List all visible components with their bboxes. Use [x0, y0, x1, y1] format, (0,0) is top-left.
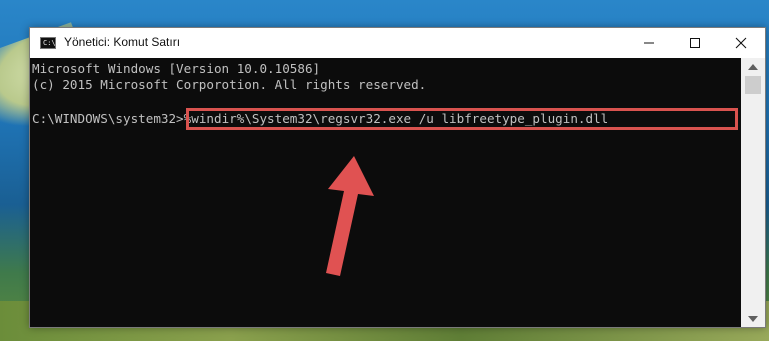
command-highlight-box	[186, 108, 738, 130]
scrollbar-thumb[interactable]	[745, 76, 761, 94]
window-title: Yönetici: Komut Satırı	[64, 35, 181, 49]
maximize-button[interactable]	[672, 28, 718, 58]
vertical-scrollbar[interactable]	[741, 58, 765, 327]
maximize-icon	[690, 38, 700, 48]
console-copyright-line: (c) 2015 Microsoft Corporotion. All righ…	[32, 77, 427, 92]
red-arrow-icon	[326, 156, 374, 276]
command-prompt-window: C:\ Yönetici: Komut Satırı Microsoft Win…	[29, 27, 766, 328]
console-prompt: C:\WINDOWS\system32>	[32, 111, 184, 126]
scroll-up-button[interactable]	[741, 58, 765, 75]
console-version-line: Microsoft Windows [Version 10.0.10586]	[32, 61, 321, 76]
close-button[interactable]	[718, 28, 764, 58]
scroll-down-button[interactable]	[741, 310, 765, 327]
chevron-down-icon	[748, 315, 758, 322]
minimize-icon	[644, 42, 654, 44]
cmd-icon-text: C:\	[43, 39, 56, 47]
chevron-up-icon	[748, 63, 758, 70]
console-output[interactable]: Microsoft Windows [Version 10.0.10586] (…	[30, 58, 741, 327]
close-icon	[735, 37, 747, 49]
minimize-button[interactable]	[626, 28, 672, 58]
cmd-icon: C:\	[40, 37, 56, 49]
title-bar[interactable]: C:\ Yönetici: Komut Satırı	[30, 28, 765, 58]
